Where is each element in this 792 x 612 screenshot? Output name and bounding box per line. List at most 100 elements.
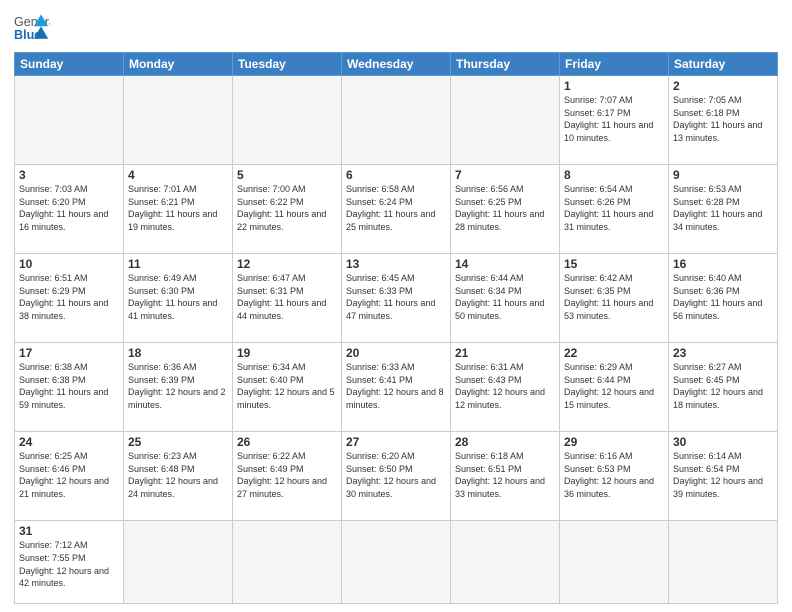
day-info: Sunrise: 6:20 AM Sunset: 6:50 PM Dayligh… — [346, 450, 446, 500]
day-number: 19 — [237, 346, 337, 360]
day-number: 15 — [564, 257, 664, 271]
day-cell: 6Sunrise: 6:58 AM Sunset: 6:24 PM Daylig… — [342, 165, 451, 254]
day-info: Sunrise: 7:12 AM Sunset: 7:55 PM Dayligh… — [19, 539, 119, 589]
day-cell: 16Sunrise: 6:40 AM Sunset: 6:36 PM Dayli… — [669, 254, 778, 343]
weekday-header-saturday: Saturday — [669, 53, 778, 76]
day-info: Sunrise: 7:00 AM Sunset: 6:22 PM Dayligh… — [237, 183, 337, 233]
day-info: Sunrise: 6:33 AM Sunset: 6:41 PM Dayligh… — [346, 361, 446, 411]
day-cell: 19Sunrise: 6:34 AM Sunset: 6:40 PM Dayli… — [233, 343, 342, 432]
day-cell — [124, 76, 233, 165]
day-number: 7 — [455, 168, 555, 182]
logo-icon: General Blue — [14, 10, 50, 46]
day-info: Sunrise: 7:07 AM Sunset: 6:17 PM Dayligh… — [564, 94, 664, 144]
day-cell: 22Sunrise: 6:29 AM Sunset: 6:44 PM Dayli… — [560, 343, 669, 432]
day-cell — [233, 521, 342, 604]
day-number: 10 — [19, 257, 119, 271]
day-cell — [560, 521, 669, 604]
day-info: Sunrise: 6:18 AM Sunset: 6:51 PM Dayligh… — [455, 450, 555, 500]
day-cell — [233, 76, 342, 165]
day-number: 24 — [19, 435, 119, 449]
weekday-header-thursday: Thursday — [451, 53, 560, 76]
week-row-5: 31Sunrise: 7:12 AM Sunset: 7:55 PM Dayli… — [15, 521, 778, 604]
day-info: Sunrise: 6:54 AM Sunset: 6:26 PM Dayligh… — [564, 183, 664, 233]
day-cell: 25Sunrise: 6:23 AM Sunset: 6:48 PM Dayli… — [124, 432, 233, 521]
day-number: 31 — [19, 524, 119, 538]
day-cell: 3Sunrise: 7:03 AM Sunset: 6:20 PM Daylig… — [15, 165, 124, 254]
day-cell: 14Sunrise: 6:44 AM Sunset: 6:34 PM Dayli… — [451, 254, 560, 343]
day-info: Sunrise: 6:16 AM Sunset: 6:53 PM Dayligh… — [564, 450, 664, 500]
day-info: Sunrise: 6:31 AM Sunset: 6:43 PM Dayligh… — [455, 361, 555, 411]
day-cell: 9Sunrise: 6:53 AM Sunset: 6:28 PM Daylig… — [669, 165, 778, 254]
day-cell — [124, 521, 233, 604]
day-cell — [669, 521, 778, 604]
weekday-header-friday: Friday — [560, 53, 669, 76]
day-info: Sunrise: 6:51 AM Sunset: 6:29 PM Dayligh… — [19, 272, 119, 322]
day-number: 8 — [564, 168, 664, 182]
day-info: Sunrise: 6:47 AM Sunset: 6:31 PM Dayligh… — [237, 272, 337, 322]
day-number: 12 — [237, 257, 337, 271]
day-cell — [451, 76, 560, 165]
day-info: Sunrise: 6:58 AM Sunset: 6:24 PM Dayligh… — [346, 183, 446, 233]
weekday-header-row: SundayMondayTuesdayWednesdayThursdayFrid… — [15, 53, 778, 76]
day-cell: 20Sunrise: 6:33 AM Sunset: 6:41 PM Dayli… — [342, 343, 451, 432]
weekday-header-tuesday: Tuesday — [233, 53, 342, 76]
day-info: Sunrise: 6:49 AM Sunset: 6:30 PM Dayligh… — [128, 272, 228, 322]
day-number: 14 — [455, 257, 555, 271]
week-row-2: 10Sunrise: 6:51 AM Sunset: 6:29 PM Dayli… — [15, 254, 778, 343]
day-number: 13 — [346, 257, 446, 271]
day-number: 29 — [564, 435, 664, 449]
day-cell: 28Sunrise: 6:18 AM Sunset: 6:51 PM Dayli… — [451, 432, 560, 521]
day-cell: 18Sunrise: 6:36 AM Sunset: 6:39 PM Dayli… — [124, 343, 233, 432]
weekday-header-sunday: Sunday — [15, 53, 124, 76]
day-number: 25 — [128, 435, 228, 449]
day-number: 23 — [673, 346, 773, 360]
day-info: Sunrise: 6:42 AM Sunset: 6:35 PM Dayligh… — [564, 272, 664, 322]
day-info: Sunrise: 6:53 AM Sunset: 6:28 PM Dayligh… — [673, 183, 773, 233]
day-number: 2 — [673, 79, 773, 93]
day-number: 9 — [673, 168, 773, 182]
day-info: Sunrise: 6:27 AM Sunset: 6:45 PM Dayligh… — [673, 361, 773, 411]
day-number: 18 — [128, 346, 228, 360]
day-number: 1 — [564, 79, 664, 93]
day-number: 26 — [237, 435, 337, 449]
day-number: 3 — [19, 168, 119, 182]
day-cell: 29Sunrise: 6:16 AM Sunset: 6:53 PM Dayli… — [560, 432, 669, 521]
day-info: Sunrise: 7:05 AM Sunset: 6:18 PM Dayligh… — [673, 94, 773, 144]
day-number: 11 — [128, 257, 228, 271]
week-row-1: 3Sunrise: 7:03 AM Sunset: 6:20 PM Daylig… — [15, 165, 778, 254]
day-cell: 1Sunrise: 7:07 AM Sunset: 6:17 PM Daylig… — [560, 76, 669, 165]
day-cell: 21Sunrise: 6:31 AM Sunset: 6:43 PM Dayli… — [451, 343, 560, 432]
day-cell: 8Sunrise: 6:54 AM Sunset: 6:26 PM Daylig… — [560, 165, 669, 254]
day-cell: 11Sunrise: 6:49 AM Sunset: 6:30 PM Dayli… — [124, 254, 233, 343]
day-cell: 12Sunrise: 6:47 AM Sunset: 6:31 PM Dayli… — [233, 254, 342, 343]
day-cell: 10Sunrise: 6:51 AM Sunset: 6:29 PM Dayli… — [15, 254, 124, 343]
day-cell: 15Sunrise: 6:42 AM Sunset: 6:35 PM Dayli… — [560, 254, 669, 343]
day-number: 16 — [673, 257, 773, 271]
day-info: Sunrise: 6:22 AM Sunset: 6:49 PM Dayligh… — [237, 450, 337, 500]
day-cell: 27Sunrise: 6:20 AM Sunset: 6:50 PM Dayli… — [342, 432, 451, 521]
day-info: Sunrise: 6:45 AM Sunset: 6:33 PM Dayligh… — [346, 272, 446, 322]
day-info: Sunrise: 6:56 AM Sunset: 6:25 PM Dayligh… — [455, 183, 555, 233]
week-row-4: 24Sunrise: 6:25 AM Sunset: 6:46 PM Dayli… — [15, 432, 778, 521]
day-cell: 24Sunrise: 6:25 AM Sunset: 6:46 PM Dayli… — [15, 432, 124, 521]
day-number: 5 — [237, 168, 337, 182]
calendar: SundayMondayTuesdayWednesdayThursdayFrid… — [14, 52, 778, 604]
day-number: 21 — [455, 346, 555, 360]
day-cell — [15, 76, 124, 165]
page: General Blue SundayMondayTuesdayWednesda… — [0, 0, 792, 612]
day-info: Sunrise: 6:23 AM Sunset: 6:48 PM Dayligh… — [128, 450, 228, 500]
day-number: 30 — [673, 435, 773, 449]
day-cell: 7Sunrise: 6:56 AM Sunset: 6:25 PM Daylig… — [451, 165, 560, 254]
week-row-0: 1Sunrise: 7:07 AM Sunset: 6:17 PM Daylig… — [15, 76, 778, 165]
weekday-header-wednesday: Wednesday — [342, 53, 451, 76]
day-info: Sunrise: 7:01 AM Sunset: 6:21 PM Dayligh… — [128, 183, 228, 233]
day-info: Sunrise: 6:34 AM Sunset: 6:40 PM Dayligh… — [237, 361, 337, 411]
weekday-header-monday: Monday — [124, 53, 233, 76]
day-info: Sunrise: 6:38 AM Sunset: 6:38 PM Dayligh… — [19, 361, 119, 411]
top-section: General Blue — [14, 10, 778, 46]
day-cell — [451, 521, 560, 604]
day-cell: 30Sunrise: 6:14 AM Sunset: 6:54 PM Dayli… — [669, 432, 778, 521]
day-cell: 23Sunrise: 6:27 AM Sunset: 6:45 PM Dayli… — [669, 343, 778, 432]
day-number: 20 — [346, 346, 446, 360]
day-info: Sunrise: 6:14 AM Sunset: 6:54 PM Dayligh… — [673, 450, 773, 500]
